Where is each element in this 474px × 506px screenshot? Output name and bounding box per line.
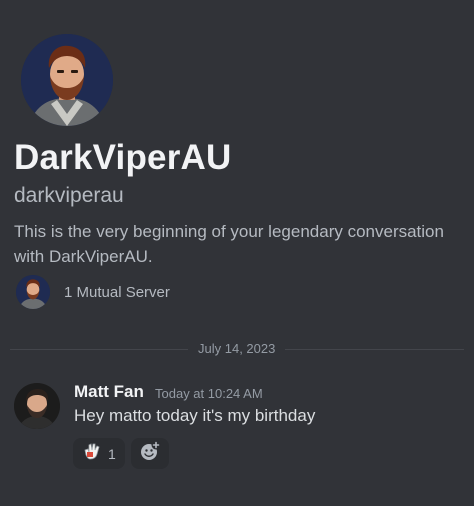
message-author-name[interactable]: Matt Fan (74, 382, 144, 402)
message-timestamp: Today at 10:24 AM (155, 386, 263, 401)
profile-username: darkviperau (14, 184, 124, 207)
reaction-count: 1 (108, 445, 116, 462)
mutual-server-icon (16, 275, 50, 309)
profile-display-name: DarkViperAU (14, 138, 232, 177)
message-author-avatar[interactable] (14, 383, 60, 429)
message-reactions: 1 (73, 438, 169, 469)
profile-avatar[interactable] (21, 34, 113, 126)
mutual-servers-link[interactable]: 1 Mutual Server (16, 275, 170, 309)
message-content: Hey matto today it's my birthday (74, 406, 316, 425)
conversation-intro-text: This is the very beginning of your legen… (14, 222, 444, 266)
date-divider-label: July 14, 2023 (188, 341, 286, 356)
reaction-button[interactable]: 1 (73, 438, 125, 469)
add-reaction-button[interactable] (130, 438, 169, 469)
hand-emoji-icon (82, 441, 102, 466)
add-emoji-icon (139, 440, 161, 467)
mutual-servers-label: 1 Mutual Server (64, 283, 170, 301)
